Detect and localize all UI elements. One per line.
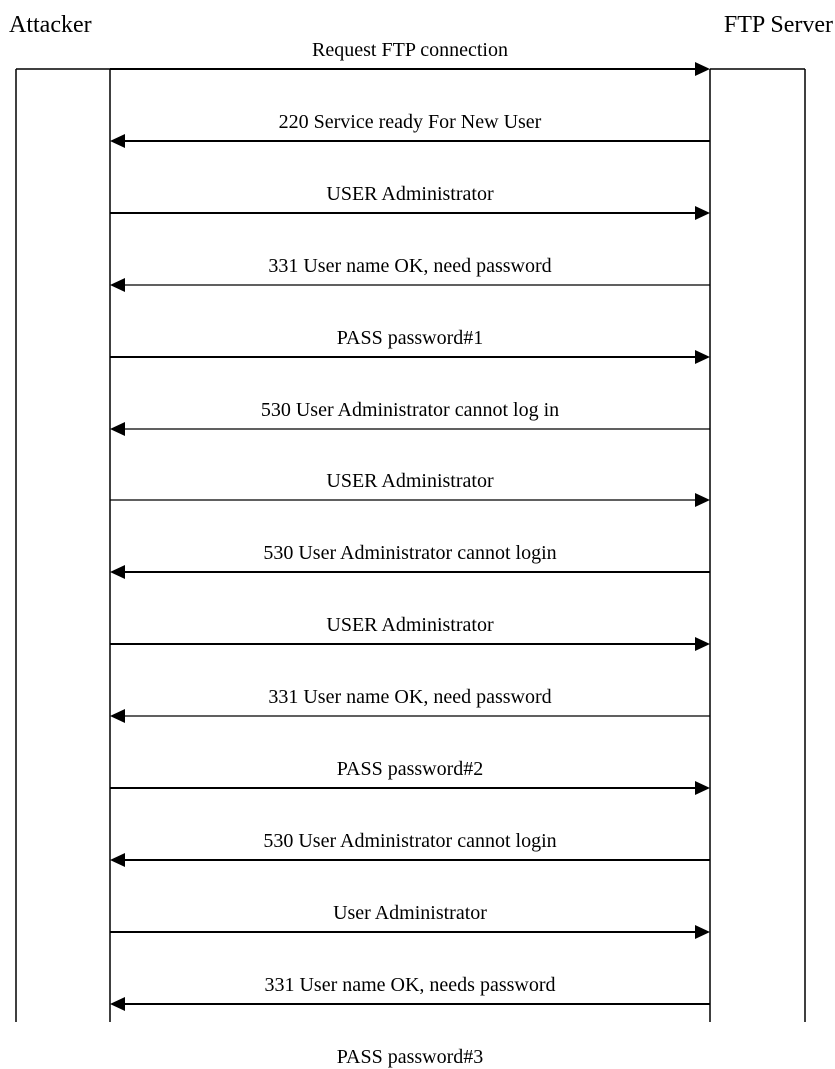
- arrowhead-right-icon: [695, 925, 710, 939]
- message-label: 331 User name OK, need password: [268, 686, 552, 708]
- message-label: 530 User Administrator cannot login: [263, 542, 557, 564]
- message-label: USER Administrator: [326, 614, 494, 636]
- arrowhead-left-icon: [110, 565, 125, 579]
- arrowhead-right-icon: [695, 206, 710, 220]
- arrowhead-right-icon: [695, 781, 710, 795]
- message-label: 331 User name OK, need password: [268, 255, 552, 277]
- message-label: PASS password#1: [336, 327, 484, 349]
- message-label: Request FTP connection: [312, 39, 508, 61]
- message-label: 530 User Administrator cannot log in: [260, 399, 560, 421]
- sequence-diagram: Attacker FTP Server Request FTP connecti…: [0, 0, 835, 1068]
- diagram-lines: [15, 62, 806, 1022]
- arrowhead-right-icon: [695, 62, 710, 76]
- arrowhead-left-icon: [110, 278, 125, 292]
- message-label: USER Administrator: [326, 470, 494, 492]
- arrowhead-left-icon: [110, 853, 125, 867]
- message-label: User Administrator: [333, 902, 487, 924]
- message-label: PASS password#3: [336, 1046, 484, 1068]
- message-label: 331 User name OK, needs password: [264, 974, 556, 996]
- arrowhead-left-icon: [110, 422, 125, 436]
- message-label: 220 Service ready For New User: [278, 111, 542, 133]
- message-label: USER Administrator: [326, 183, 494, 205]
- arrowhead-right-icon: [695, 350, 710, 364]
- arrowhead-left-icon: [110, 709, 125, 723]
- message-label: 530 User Administrator cannot login: [263, 830, 557, 852]
- arrowhead-left-icon: [110, 997, 125, 1011]
- message-label: PASS password#2: [336, 758, 484, 780]
- arrowhead-right-icon: [695, 637, 710, 651]
- arrowhead-left-icon: [110, 134, 125, 148]
- arrowhead-right-icon: [695, 493, 710, 507]
